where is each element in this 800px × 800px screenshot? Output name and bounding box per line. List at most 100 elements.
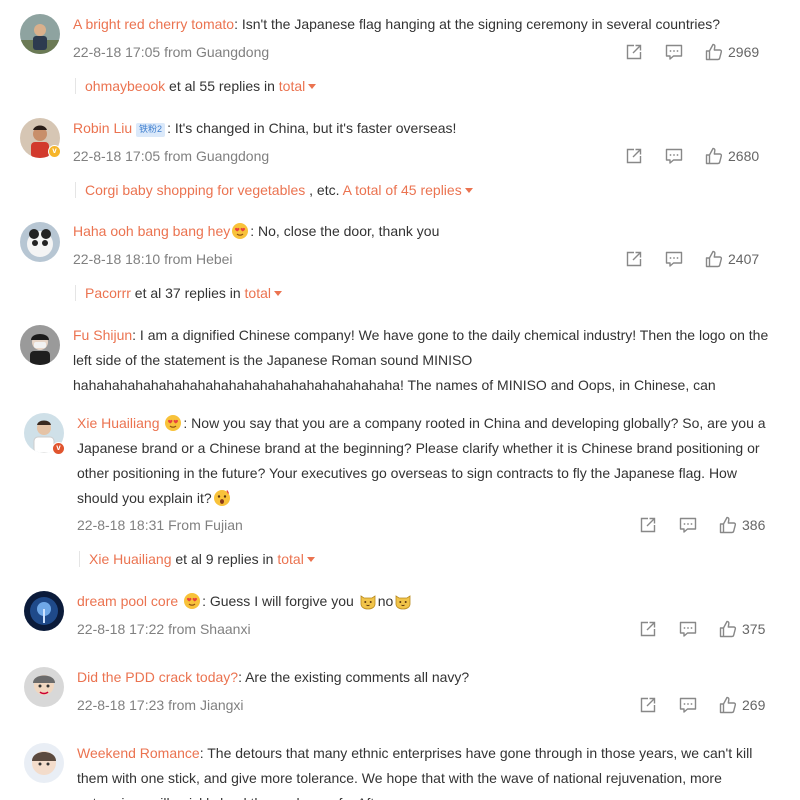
surprised-emoji-icon — [213, 489, 231, 507]
like-count: 386 — [742, 517, 766, 533]
comment-date: 22-8-18 18:31 — [77, 517, 165, 533]
comment-button[interactable] — [679, 516, 697, 534]
username-link[interactable]: Xie Huailiang — [77, 415, 160, 431]
love-emoji-icon — [183, 592, 201, 610]
username-link[interactable]: A bright red cherry tomato — [73, 16, 234, 32]
comment-date: 22-8-18 17:05 — [73, 44, 161, 60]
share-icon — [639, 516, 657, 534]
comment-meta: 22-8-18 18:31 From Fujian — [77, 517, 243, 533]
comment-body-continued: no — [377, 593, 394, 609]
comment-body: : Are the existing comments all navy? — [238, 669, 470, 685]
thumbs-up-icon — [705, 250, 723, 268]
comment-body: : It's changed in China, but it's faster… — [167, 120, 457, 136]
comment-body: : Isn't the Japanese flag hanging at the… — [234, 16, 721, 32]
thumbs-up-icon — [719, 620, 737, 638]
username-link[interactable]: Fu Shijun — [73, 327, 132, 343]
avatar[interactable] — [20, 222, 60, 262]
username-link[interactable]: Did the PDD crack today? — [77, 669, 238, 685]
share-button[interactable] — [625, 43, 643, 61]
verified-badge-icon: v — [52, 442, 65, 455]
avatar[interactable] — [20, 325, 60, 365]
share-button[interactable] — [625, 147, 643, 165]
avatar[interactable] — [24, 743, 64, 783]
comment-actions: 2407 — [625, 249, 759, 269]
replies-count-text: et al 37 replies in — [130, 285, 245, 301]
comment-icon — [665, 147, 683, 165]
caret-down-icon[interactable] — [306, 557, 315, 562]
expand-replies-link[interactable]: total — [277, 551, 303, 567]
thumbs-up-icon — [719, 516, 737, 534]
love-emoji-icon — [231, 222, 249, 240]
replies-count-text: et al 9 replies in — [171, 551, 278, 567]
username-link[interactable]: Weekend Romance — [77, 745, 200, 761]
caret-down-icon[interactable] — [308, 84, 317, 89]
share-icon — [625, 147, 643, 165]
comment-location: from Guangdong — [164, 148, 270, 164]
like-count: 2969 — [728, 44, 760, 60]
love-emoji-icon — [164, 414, 182, 432]
comment-text: Xie Huailiang : Now you say that you are… — [77, 411, 777, 511]
replies-summary: ohmaybeook et al 55 replies in total — [75, 78, 317, 94]
share-button[interactable] — [625, 250, 643, 268]
comment-meta: 22-8-18 18:10 from Hebei — [73, 251, 233, 267]
comment-text: Robin Liu 铁粉2: It's changed in China, bu… — [73, 116, 783, 141]
like-count: 269 — [742, 697, 766, 713]
comment-text: Weekend Romance: The detours that many e… — [77, 741, 777, 800]
comment-actions: 386 — [639, 515, 765, 535]
comment-date: 22-8-18 17:05 — [73, 148, 161, 164]
reply-username[interactable]: Xie Huailiang — [89, 551, 172, 567]
cat-emoji-icon — [359, 592, 377, 610]
comment-button[interactable] — [679, 620, 697, 638]
share-icon — [639, 696, 657, 714]
replies-summary: Corgi baby shopping for vegetables , etc… — [75, 182, 473, 198]
comment-location: from Hebei — [164, 251, 233, 267]
reply-username[interactable]: ohmaybeook — [85, 78, 165, 94]
expand-replies-link[interactable]: total — [279, 78, 305, 94]
username-link[interactable]: Haha ooh bang bang hey — [73, 223, 230, 239]
replies-summary: Xie Huailiang et al 9 replies in total — [79, 551, 315, 567]
comment-icon — [665, 43, 683, 61]
like-button[interactable]: 2969 — [705, 43, 759, 61]
comment-body: : No, close the door, thank you — [250, 223, 440, 239]
username-link[interactable]: Robin Liu — [73, 120, 132, 136]
avatar[interactable] — [20, 14, 60, 54]
share-button[interactable] — [639, 696, 657, 714]
comment-icon — [679, 620, 697, 638]
caret-down-icon[interactable] — [274, 291, 282, 296]
thumbs-up-icon — [705, 43, 723, 61]
like-button[interactable]: 386 — [719, 516, 765, 534]
expand-replies-link[interactable]: A total of 45 replies — [343, 182, 462, 198]
like-button[interactable]: 2680 — [705, 147, 759, 165]
verified-badge-icon: v — [48, 145, 61, 158]
share-button[interactable] — [639, 620, 657, 638]
username-link[interactable]: dream pool core — [77, 593, 178, 609]
comment-icon — [679, 516, 697, 534]
share-icon — [639, 620, 657, 638]
avatar[interactable] — [24, 667, 64, 707]
like-button[interactable]: 2407 — [705, 250, 759, 268]
share-button[interactable] — [639, 516, 657, 534]
avatar[interactable] — [24, 591, 64, 631]
comment-location: From Fujian — [168, 517, 243, 533]
comment-button[interactable] — [679, 696, 697, 714]
comment-button[interactable] — [665, 147, 683, 165]
share-icon — [625, 250, 643, 268]
like-button[interactable]: 269 — [719, 696, 765, 714]
comment-icon — [679, 696, 697, 714]
fan-level-badge: 铁粉2 — [136, 123, 166, 137]
comment-actions: 269 — [639, 695, 765, 715]
reply-username[interactable]: Corgi baby shopping for vegetables — [85, 182, 305, 198]
like-button[interactable]: 375 — [719, 620, 765, 638]
reply-username[interactable]: Pacorrr — [85, 285, 131, 301]
caret-down-icon[interactable] — [464, 188, 473, 193]
comment-text: Did the PDD crack today?: Are the existi… — [77, 665, 777, 690]
comment-body: : I am a dignified Chinese company! We h… — [73, 327, 769, 393]
comment-button[interactable] — [665, 250, 683, 268]
comment-text: A bright red cherry tomato: Isn't the Ja… — [73, 12, 783, 37]
comment-actions: 2969 — [625, 42, 759, 62]
thumbs-up-icon — [719, 696, 737, 714]
comment-date: 22-8-18 17:23 — [77, 697, 165, 713]
expand-replies-link[interactable]: total — [245, 285, 271, 301]
comment-meta: 22-8-18 17:05 from Guangdong — [73, 148, 269, 164]
comment-button[interactable] — [665, 43, 683, 61]
